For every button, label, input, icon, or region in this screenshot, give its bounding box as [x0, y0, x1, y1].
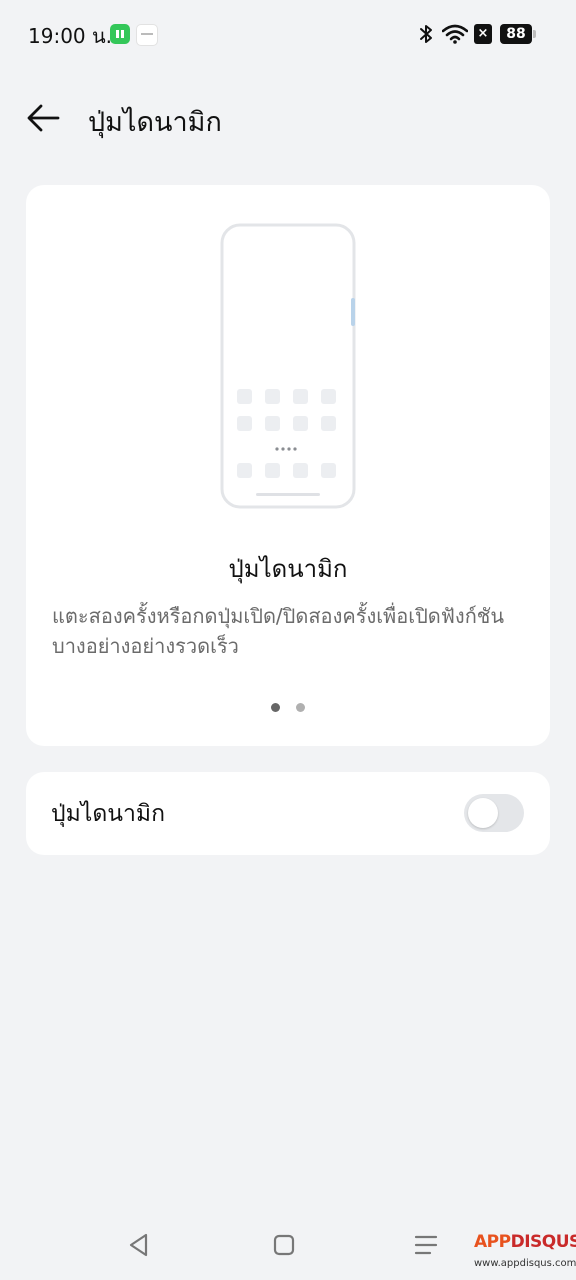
feature-description: แตะสองครั้งหรือกดปุ่มเปิด/ปิดสองครั้งเพื…: [52, 604, 505, 658]
nav-back-icon[interactable]: [126, 1232, 152, 1258]
app-notification-icon-2: [136, 24, 158, 46]
dynamic-button-toggle[interactable]: [464, 794, 524, 832]
sim-no-service-icon: ×: [474, 24, 492, 44]
carousel-pager: [26, 697, 550, 716]
watermark-logo: APPDISQUS: [474, 1232, 576, 1252]
toggle-knob: [468, 798, 498, 828]
phone-illustration: [220, 223, 356, 509]
feature-heading: ปุ่มไดนามิก: [228, 555, 348, 583]
watermark: APPDISQUS www.appdisqus.com: [436, 1232, 576, 1276]
status-bar: 19:00 น. × 88: [0, 0, 576, 68]
back-arrow-icon[interactable]: [24, 98, 64, 138]
setting-label: ปุ่มไดนามิก: [51, 801, 165, 827]
app-notification-icon: [110, 24, 130, 44]
battery-tip: [533, 30, 536, 38]
wifi-icon: [442, 24, 468, 44]
status-time: 19:00 น.: [28, 24, 113, 48]
dynamic-button-setting-row[interactable]: ปุ่มไดนามิก: [26, 772, 550, 855]
watermark-url: www.appdisqus.com: [474, 1258, 576, 1269]
bluetooth-icon: [420, 25, 432, 43]
page-title: ปุ่มไดนามิก: [88, 107, 222, 138]
pager-dot-active[interactable]: [271, 703, 281, 712]
nav-home-icon[interactable]: [271, 1232, 297, 1258]
battery-icon: 88: [500, 24, 532, 44]
pager-dot[interactable]: [295, 703, 305, 712]
feature-intro-card: ปุ่มไดนามิก แตะสองครั้งหรือกดปุ่มเปิด/ปิ…: [26, 185, 550, 746]
